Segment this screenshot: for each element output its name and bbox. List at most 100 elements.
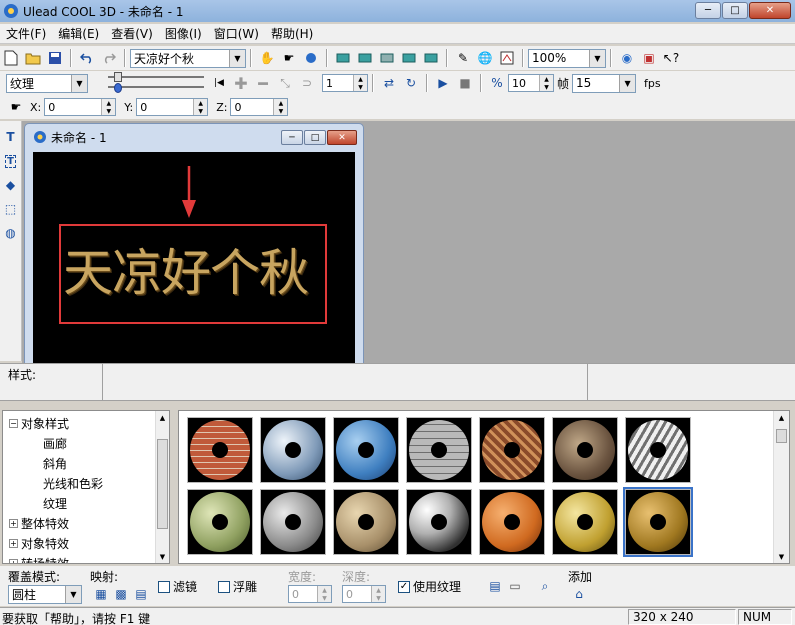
expand-icon[interactable]: + (9, 519, 18, 528)
width-field[interactable]: 0 ▲ ▼ (288, 585, 332, 603)
save-button[interactable] (45, 48, 65, 68)
insert-text-button[interactable]: T (1, 127, 21, 147)
slider-thumb[interactable] (114, 72, 122, 82)
select-object-button[interactable]: ⬚ (1, 199, 21, 219)
frame-count-field[interactable]: 10 ▲ ▼ (508, 74, 554, 92)
plugin-button[interactable]: ▣ (639, 48, 659, 68)
redo-button[interactable] (99, 48, 119, 68)
minimize-button[interactable]: ─ (695, 2, 721, 19)
tree-item-light-color[interactable]: 光线和色彩 (43, 475, 103, 492)
tree-item-gallery[interactable]: 画廊 (43, 435, 67, 452)
overlay-mode-combo[interactable]: 圆柱 ▼ (8, 585, 82, 604)
attribute-combo[interactable]: 纹理 ▼ (6, 73, 88, 93)
split-key-button[interactable]: ⤡ (275, 73, 295, 93)
web-button[interactable]: ◉ (617, 48, 637, 68)
gallery-thumb-copper[interactable] (479, 489, 545, 555)
gallery-thumb-brick[interactable] (187, 417, 253, 483)
scroll-down-icon[interactable]: ▼ (156, 550, 169, 563)
tree-item-object-effects[interactable]: + 对象特效 (9, 535, 69, 552)
edit-text-button[interactable]: T (1, 151, 21, 171)
scroll-down-icon[interactable]: ▼ (775, 550, 788, 563)
spin-up-icon[interactable]: ▲ (540, 75, 553, 83)
globe-button[interactable]: 🌐 (475, 48, 495, 68)
scrollbar-thumb[interactable] (776, 429, 787, 443)
menu-view[interactable]: 查看(V) (105, 25, 159, 42)
mapping-button-3[interactable]: ▤ (131, 584, 151, 604)
gallery-thumb-silver[interactable] (625, 417, 691, 483)
add-to-gallery-button[interactable]: ⌂ (569, 584, 589, 604)
menu-edit[interactable]: 编辑(E) (52, 25, 105, 42)
spin-down-icon[interactable]: ▼ (372, 594, 385, 602)
emboss-checkbox[interactable]: 浮雕 (218, 578, 260, 595)
spin-up-icon[interactable]: ▲ (372, 586, 385, 594)
expand-icon[interactable]: + (9, 559, 18, 563)
doc-minimize-button[interactable]: ─ (281, 130, 303, 145)
loop-button[interactable]: ⇄ (379, 73, 399, 93)
play-button[interactable]: ▶ (433, 73, 453, 93)
scroll-up-icon[interactable]: ▲ (156, 411, 169, 424)
preview-canvas[interactable]: 天凉好个秋 (33, 152, 355, 364)
spin-up-icon[interactable]: ▲ (318, 586, 331, 594)
frame-rate-button[interactable]: % (487, 73, 507, 93)
spin-down-icon[interactable]: ▼ (102, 107, 115, 115)
undo-button[interactable] (77, 48, 97, 68)
doc-close-button[interactable]: ✕ (327, 130, 357, 145)
frame-field[interactable]: 1 ▲ ▼ (322, 74, 368, 92)
slider-thumb[interactable] (114, 83, 122, 93)
gallery-thumb-rock[interactable] (552, 417, 618, 483)
spin-down-icon[interactable]: ▼ (274, 107, 287, 115)
y-field[interactable]: 0 ▲ ▼ (136, 98, 209, 116)
x-field[interactable]: 0 ▲ ▼ (44, 98, 117, 116)
z-field[interactable]: 0 ▲ ▼ (230, 98, 289, 116)
spin-up-icon[interactable]: ▲ (274, 99, 287, 107)
menu-image[interactable]: 图像(I) (159, 25, 208, 42)
add-key-button[interactable]: ✚ (231, 73, 251, 93)
menu-file[interactable]: 文件(F) (0, 25, 52, 42)
new-file-button[interactable] (1, 48, 21, 68)
pan-tool-button[interactable]: ✋ (257, 48, 277, 68)
tree-item-object-style[interactable]: − 对象样式 (9, 415, 69, 432)
stop-button[interactable]: ■ (455, 73, 475, 93)
load-texture-button[interactable]: ▤ (485, 576, 505, 596)
timeline-slider[interactable] (96, 72, 208, 94)
position-mode-button[interactable]: ☛ (6, 97, 26, 117)
view-bottom-button[interactable] (421, 48, 441, 68)
reverse-key-button[interactable]: ⊃ (297, 73, 317, 93)
collapse-icon[interactable]: − (9, 419, 18, 428)
gallery-scrollbar[interactable]: ▲ ▼ (773, 411, 789, 563)
gallery-thumb-water[interactable] (333, 417, 399, 483)
spin-up-icon[interactable]: ▲ (102, 99, 115, 107)
view-side-button[interactable] (377, 48, 397, 68)
filter-checkbox[interactable]: 滤镜 (158, 578, 200, 595)
gallery-thumb-bronze[interactable] (623, 487, 693, 557)
spin-down-icon[interactable]: ▼ (354, 83, 367, 91)
gallery-thumb-ice[interactable] (260, 417, 326, 483)
menu-window[interactable]: 窗口(W) (208, 25, 265, 42)
gallery-thumb-granite[interactable] (260, 489, 326, 555)
fps-combo[interactable]: 15 ▼ (572, 73, 637, 93)
tree-item-global-effects[interactable]: + 整体特效 (9, 515, 69, 532)
first-frame-button[interactable]: |◀ (209, 73, 229, 93)
gallery-thumb-stone[interactable] (406, 417, 472, 483)
help-pointer-button[interactable]: ↖? (661, 48, 681, 68)
tree-item-texture[interactable]: 纹理 (43, 495, 67, 512)
repeat-button[interactable]: ↻ (401, 73, 421, 93)
depth-field[interactable]: 0 ▲ ▼ (342, 585, 386, 603)
spin-up-icon[interactable]: ▲ (354, 75, 367, 83)
tree-item-transition-effects[interactable]: + 转场特效 (9, 555, 69, 563)
mapping-button-2[interactable]: ▩ (111, 584, 131, 604)
checkmark-icon[interactable]: ✓ (398, 580, 410, 593)
tree-scrollbar[interactable]: ▲ ▼ (155, 411, 169, 563)
view-front-button[interactable] (333, 48, 353, 68)
mapping-button-1[interactable]: ▦ (91, 584, 111, 604)
zoom-combo[interactable]: 100% ▼ (528, 48, 606, 68)
use-texture-checkbox[interactable]: ✓ 使用纹理 (398, 578, 464, 595)
doc-maximize-button[interactable]: □ (304, 130, 326, 145)
maximize-button[interactable]: □ (722, 2, 748, 19)
3d-text-object[interactable]: 天凉好个秋 (63, 242, 325, 304)
search-texture-button[interactable]: ⌕ (535, 576, 555, 596)
object-manager-button[interactable]: ◍ (1, 223, 21, 243)
spin-down-icon[interactable]: ▼ (318, 594, 331, 602)
texture-options-button[interactable]: ▭ (505, 576, 525, 596)
gallery-thumb-chrome[interactable] (406, 489, 472, 555)
